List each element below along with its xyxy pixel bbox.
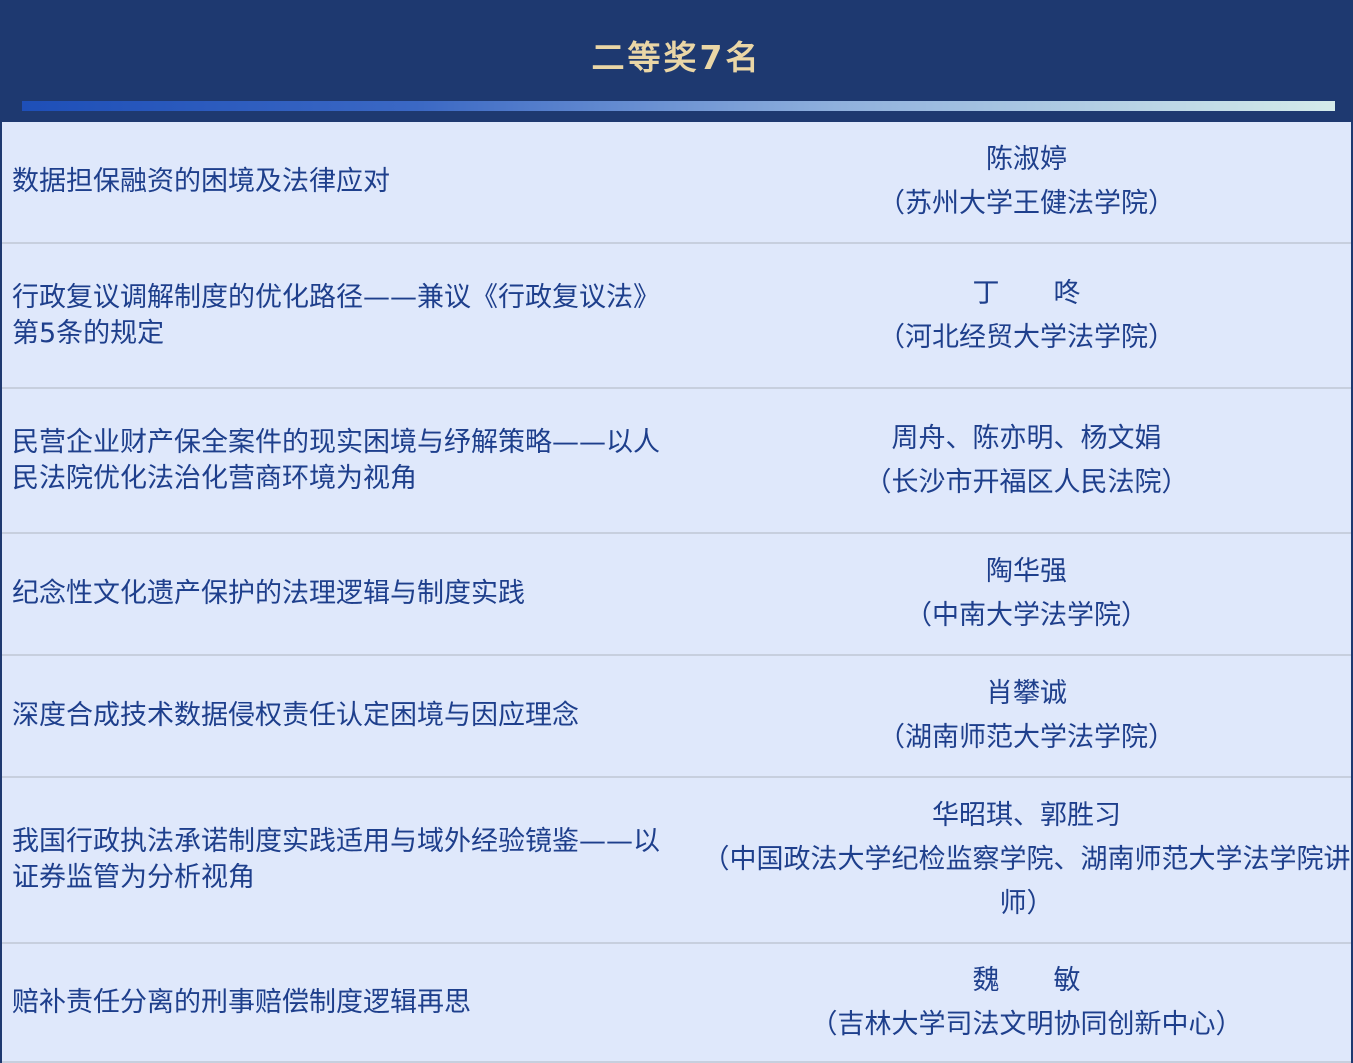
author-cell: 肖攀诚 （湖南师范大学法学院）	[702, 656, 1351, 776]
author-affiliation: （长沙市开福区人民法院）	[864, 466, 1189, 498]
paper-title: 纪念性文化遗产保护的法理逻辑与制度实践	[12, 578, 525, 609]
paper-title: 行政复议调解制度的优化路径——兼议《行政复议法》第5条的规定	[12, 281, 660, 349]
author-name: 陈淑婷	[986, 144, 1067, 175]
header-gradient-bar	[22, 101, 1335, 111]
table-row: 深度合成技术数据侵权责任认定困境与因应理念 肖攀诚 （湖南师范大学法学院）	[2, 656, 1351, 778]
paper-title: 数据担保融资的困境及法律应对	[12, 166, 390, 197]
award-title: 二等奖7名	[591, 38, 762, 77]
table-row: 行政复议调解制度的优化路径——兼议《行政复议法》第5条的规定 丁 咚 （河北经贸…	[2, 244, 1351, 389]
author-affiliation: （吉林大学司法文明协同创新中心）	[810, 1008, 1243, 1040]
author-cell: 陶华强 （中南大学法学院）	[702, 534, 1351, 654]
table-header: 二等奖7名	[2, 0, 1351, 122]
author-name: 华昭琪、郭胜习	[932, 800, 1121, 831]
table-row: 纪念性文化遗产保护的法理逻辑与制度实践 陶华强 （中南大学法学院）	[2, 534, 1351, 656]
author-name: 周舟、陈亦明、杨文娟	[891, 422, 1162, 454]
table-row: 数据担保融资的困境及法律应对 陈淑婷 （苏州大学王健法学院）	[2, 122, 1351, 244]
award-table: 二等奖7名 数据担保融资的困境及法律应对 陈淑婷 （苏州大学王健法学院） 行政复…	[0, 0, 1353, 1063]
author-name: 丁 咚	[972, 277, 1081, 309]
author-cell: 陈淑婷 （苏州大学王健法学院）	[702, 122, 1351, 242]
table-row: 赔补责任分离的刑事赔偿制度逻辑再思 魏 敏 （吉林大学司法文明协同创新中心）	[2, 944, 1351, 1063]
paper-title: 我国行政执法承诺制度实践适用与域外经验镜鉴——以证券监管为分析视角	[12, 826, 660, 893]
author-cell: 周舟、陈亦明、杨文娟 （长沙市开福区人民法院）	[702, 389, 1351, 532]
author-name: 肖攀诚	[986, 678, 1067, 709]
paper-title: 赔补责任分离的刑事赔偿制度逻辑再思	[12, 986, 471, 1018]
paper-title: 深度合成技术数据侵权责任认定困境与因应理念	[12, 700, 579, 731]
author-affiliation: （河北经贸大学法学院）	[878, 321, 1175, 353]
table-row: 我国行政执法承诺制度实践适用与域外经验镜鉴——以证券监管为分析视角 华昭琪、郭胜…	[2, 778, 1351, 944]
author-name: 陶华强	[986, 556, 1067, 587]
author-cell: 华昭琪、郭胜习 （中国政法大学纪检监察学院、湖南师范大学法学院讲师）	[702, 778, 1351, 942]
table-row: 民营企业财产保全案件的现实困境与纾解策略——以人民法院优化法治化营商环境为视角 …	[2, 389, 1351, 534]
author-cell: 魏 敏 （吉林大学司法文明协同创新中心）	[702, 944, 1351, 1061]
author-name: 魏 敏	[972, 964, 1081, 996]
paper-title: 民营企业财产保全案件的现实困境与纾解策略——以人民法院优化法治化营商环境为视角	[12, 426, 660, 494]
author-cell: 丁 咚 （河北经贸大学法学院）	[702, 244, 1351, 387]
author-affiliation: （苏州大学王健法学院）	[878, 188, 1175, 219]
author-affiliation: （中南大学法学院）	[905, 600, 1148, 631]
author-affiliation: （中国政法大学纪检监察学院、湖南师范大学法学院讲师）	[702, 844, 1351, 919]
author-affiliation: （湖南师范大学法学院）	[878, 722, 1175, 753]
award-rows: 数据担保融资的困境及法律应对 陈淑婷 （苏州大学王健法学院） 行政复议调解制度的…	[2, 122, 1351, 1063]
